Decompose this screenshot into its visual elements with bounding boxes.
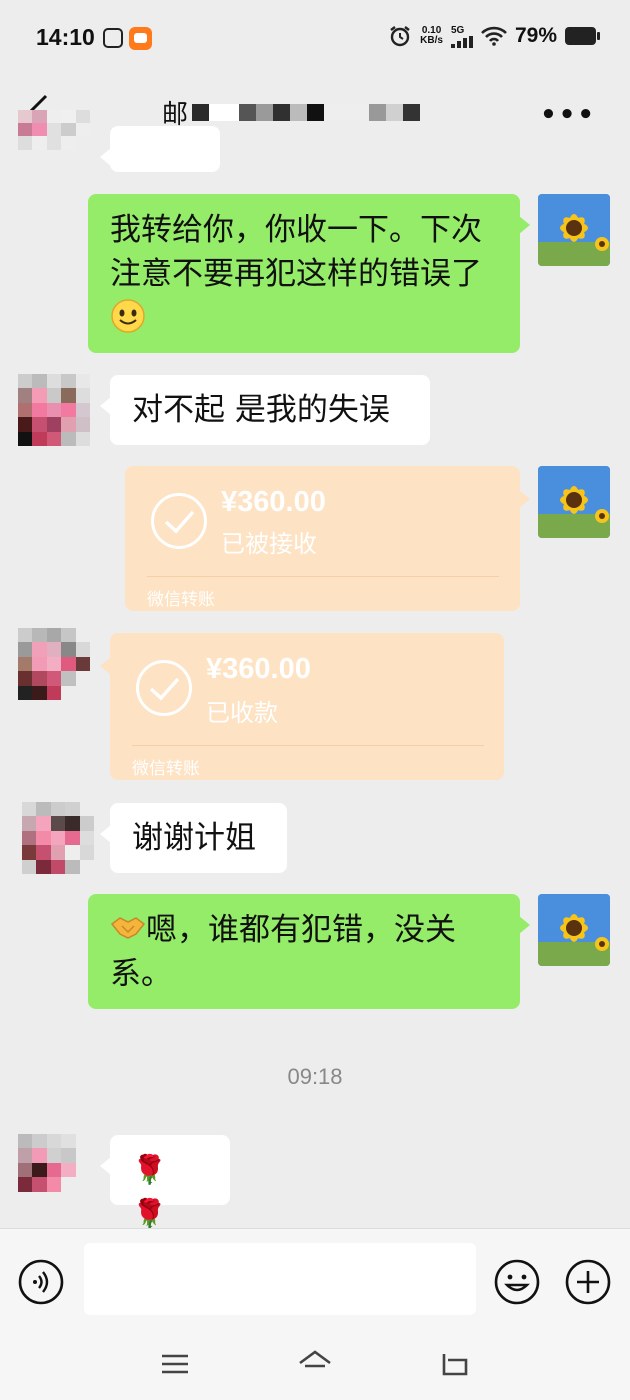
chat-header: 邮 ••• <box>0 80 630 152</box>
message-bubble-other: 对不起 是我的失误 <box>100 375 430 445</box>
message-timestamp: 09:18 <box>287 1064 343 1089</box>
transfer-amount: ¥360.00 <box>221 486 326 518</box>
contact-avatar[interactable] <box>22 802 94 874</box>
message-text: 嗯，谁都有犯错，没关系。 <box>110 912 456 992</box>
self-avatar[interactable] <box>538 194 610 266</box>
battery-percent: 79% <box>514 24 557 47</box>
message-bubble-self: 嗯，谁都有犯错，没关系。 <box>88 894 530 1009</box>
message-bubble-other: 谢谢计姐 <box>100 803 287 873</box>
slightly-smiling-face-icon <box>110 298 146 334</box>
plus-icon <box>565 1259 611 1305</box>
more-options-button[interactable]: ••• <box>540 100 596 130</box>
emoji-button[interactable] <box>494 1259 540 1309</box>
transfer-amount: ¥360.00 <box>206 653 311 685</box>
sunflower-icon <box>538 894 610 966</box>
menu-icon <box>162 1354 188 1374</box>
handshake-icon <box>110 910 146 940</box>
alarm-icon <box>390 26 410 47</box>
app-notification-icon <box>103 28 123 48</box>
chat-input-bar <box>0 1228 630 1329</box>
video-app-icon <box>129 27 152 50</box>
redacted-name <box>192 103 421 121</box>
checkmark-icon <box>136 660 192 716</box>
menu-nav-button[interactable] <box>160 1352 190 1380</box>
sunflower-icon <box>538 466 610 538</box>
transfer-footer: 微信转账 <box>132 759 200 779</box>
contact-avatar[interactable] <box>18 374 90 446</box>
transfer-status: 已收款 <box>206 699 278 727</box>
system-navigation-bar <box>0 1328 630 1400</box>
net-speed: 0.10 KB/s <box>420 25 443 46</box>
rose-emoji-text: 🌹 🌹 <box>132 1153 167 1230</box>
transfer-card-sent[interactable]: ¥360.00 已被接收 微信转账 <box>125 466 530 611</box>
back-icon <box>442 1354 468 1376</box>
transfer-footer: 微信转账 <box>147 590 215 610</box>
message-text: 我转给你，你收一下。下次注意不要再犯这样的错误了 <box>110 212 482 292</box>
network-type: 5G <box>450 24 465 36</box>
chat-title-text: 邮 <box>162 99 189 130</box>
transfer-divider <box>132 745 484 746</box>
voice-button[interactable] <box>18 1259 64 1309</box>
battery-icon <box>565 27 600 45</box>
contact-avatar[interactable] <box>18 1134 90 1206</box>
message-text: 谢谢计姐 <box>132 820 256 856</box>
contact-avatar[interactable] <box>18 110 90 176</box>
signal-icon <box>450 35 473 48</box>
message-bubble-other: 🌹 🌹 <box>100 1135 230 1230</box>
status-bar: 14:10 0.10 KB/s 5G 79% <box>0 0 630 80</box>
transfer-divider <box>147 576 499 577</box>
home-nav-button[interactable] <box>298 1350 332 1382</box>
transfer-card-received[interactable]: ¥360.00 已收款 微信转账 <box>100 633 504 780</box>
self-avatar[interactable] <box>538 466 610 538</box>
home-icon <box>299 1350 331 1368</box>
emoji-icon <box>494 1259 540 1305</box>
transfer-status: 已被接收 <box>221 530 317 558</box>
message-bubble-self: 我转给你，你收一下。下次注意不要再犯这样的错误了 <box>88 194 530 353</box>
voice-icon <box>18 1259 64 1305</box>
sunflower-icon <box>538 194 610 266</box>
back-nav-button[interactable] <box>440 1350 470 1382</box>
clipped-message-bubble <box>100 126 220 172</box>
message-input[interactable] <box>84 1243 476 1315</box>
status-time: 14:10 <box>36 24 95 50</box>
checkmark-icon <box>151 493 207 549</box>
more-functions-button[interactable] <box>565 1259 611 1309</box>
message-text: 对不起 是我的失误 <box>132 392 390 428</box>
wifi-icon <box>481 26 507 46</box>
self-avatar[interactable] <box>538 894 610 966</box>
contact-avatar[interactable] <box>18 628 90 700</box>
